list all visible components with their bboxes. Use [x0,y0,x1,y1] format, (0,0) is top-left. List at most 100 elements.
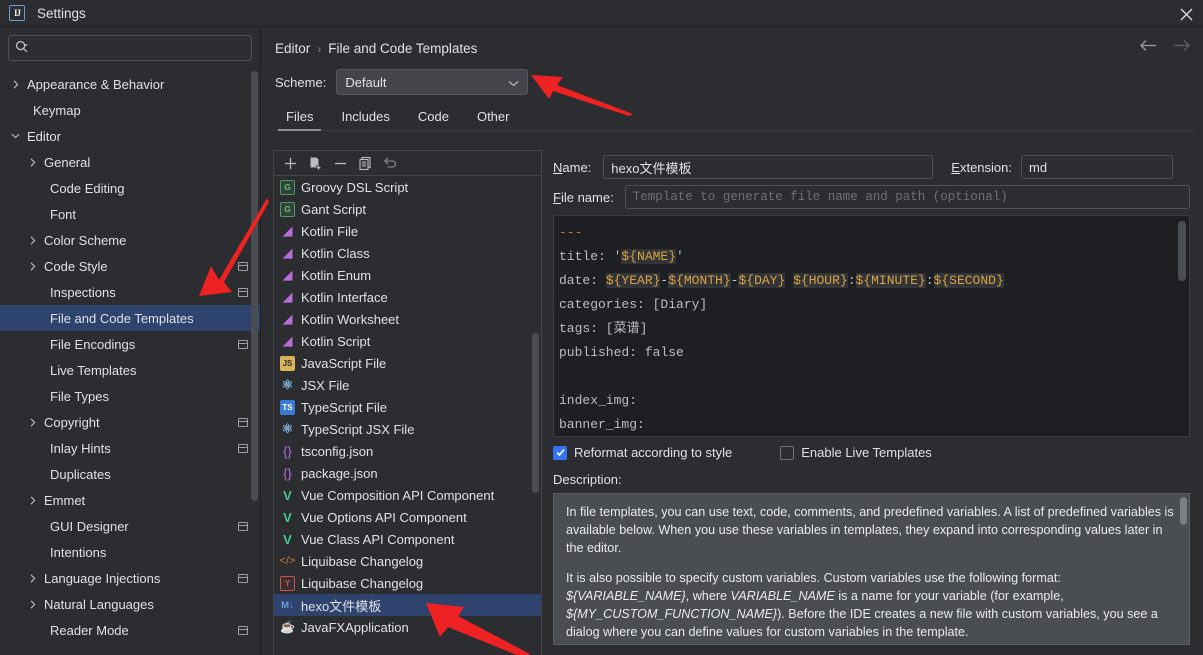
arrow-right-icon[interactable] [1173,39,1191,55]
sidebar-item-reader-mode[interactable]: Reader Mode [0,617,260,643]
reformat-checkbox[interactable]: Reformat according to style [553,445,732,460]
template-list-scrollbar[interactable] [532,333,539,493]
sidebar-item-general[interactable]: General [0,149,260,175]
sidebar-item-label: Duplicates [50,467,111,482]
search-input[interactable] [34,41,245,55]
sidebar-item-inlay-hints[interactable]: Inlay Hints [0,435,260,461]
chevron-right-icon[interactable] [27,261,38,272]
list-item[interactable]: </> Liquibase Changelog [274,550,541,572]
list-item[interactable]: ⚛JSX File [274,374,541,396]
tab-includes[interactable]: Includes [327,103,403,130]
sidebar-item-file-and-code-templates[interactable]: File and Code Templates [0,305,260,331]
sidebar-item-label: File Encodings [50,337,135,352]
sidebar-item-natural-languages[interactable]: Natural Languages [0,591,260,617]
chevron-right-icon[interactable] [27,417,38,428]
list-item[interactable]: VVue Options API Component [274,506,541,528]
json-icon: {} [280,466,295,481]
list-item[interactable]: GGroovy DSL Script [274,176,541,198]
markdown-icon: M↓ [280,598,295,613]
description-paragraph-2: It is also possible to specify custom va… [566,569,1177,641]
list-item[interactable]: ◢Kotlin Worksheet [274,308,541,330]
template-code-editor[interactable]: ---title: '${NAME}'date: ${YEAR}-${MONTH… [553,215,1190,437]
code-editor-scrollbar[interactable] [1178,221,1186,281]
vue-icon: V [280,510,295,525]
checkbox-box-checked [553,446,567,460]
sidebar-item-live-templates[interactable]: Live Templates [0,357,260,383]
list-item[interactable]: GGant Script [274,198,541,220]
breadcrumb-parent[interactable]: Editor [275,41,310,56]
reset-button[interactable] [379,153,401,174]
code-text: : [848,273,856,288]
sidebar-item-duplicates[interactable]: Duplicates [0,461,260,487]
json-icon: {} [280,444,295,459]
list-item[interactable]: ☕JavaFXApplication [274,616,541,638]
list-item[interactable]: ◢Kotlin Enum [274,264,541,286]
remove-button[interactable] [329,153,351,174]
search-box[interactable] [8,35,252,61]
name-input[interactable]: hexo文件模板 [603,155,933,179]
list-item[interactable]: JSJavaScript File [274,352,541,374]
description-scrollbar[interactable] [1180,497,1187,525]
tab-files[interactable]: Files [272,103,327,130]
sidebar-item-intentions[interactable]: Intentions [0,539,260,565]
sidebar-item-language-injections[interactable]: Language Injections [0,565,260,591]
sidebar-item-inspections[interactable]: Inspections [0,279,260,305]
list-item-label: Liquibase Changelog [301,554,423,569]
sidebar-item-emmet[interactable]: Emmet [0,487,260,513]
code-text: published: false [559,345,684,360]
sidebar-item-keymap[interactable]: Keymap [0,97,260,123]
sidebar-item-label: Reader Mode [50,623,129,638]
code-line: tags: [菜谱] [559,317,1189,341]
sidebar-item-file-types[interactable]: File Types [0,383,260,409]
chevron-right-icon[interactable] [27,599,38,610]
list-item[interactable]: ◢Kotlin Script [274,330,541,352]
list-item[interactable]: M↓hexo文件模板 [274,594,541,616]
sidebar-item-code-style[interactable]: Code Style [0,253,260,279]
list-item[interactable]: VVue Composition API Component [274,484,541,506]
xml-icon: </> [280,554,295,569]
list-item[interactable]: ◢Kotlin File [274,220,541,242]
sidebar-item-label: Intentions [50,545,106,560]
sidebar-item-code-editing[interactable]: Code Editing [0,175,260,201]
list-item[interactable]: ◢Kotlin Class [274,242,541,264]
scheme-row: Scheme: Default [275,69,528,95]
list-item[interactable]: VVue Class API Component [274,528,541,550]
list-item[interactable]: {}package.json [274,462,541,484]
sidebar-item-gui-designer[interactable]: GUI Designer [0,513,260,539]
chevron-right-icon[interactable] [10,79,21,90]
project-scope-icon [238,522,248,531]
project-scope-icon [238,574,248,583]
sidebar-item-file-encodings[interactable]: File Encodings [0,331,260,357]
list-item[interactable]: ⚛TypeScript JSX File [274,418,541,440]
filename-input[interactable]: Template to generate file name and path … [625,185,1190,209]
checkbox-box-unchecked [780,446,794,460]
close-icon[interactable] [1175,3,1197,25]
tab-code[interactable]: Code [404,103,463,130]
chevron-right-icon[interactable] [27,573,38,584]
sidebar-item-appearance-behavior[interactable]: Appearance & Behavior [0,71,260,97]
list-item[interactable]: TSTypeScript File [274,396,541,418]
copy-template-button[interactable] [304,153,326,174]
chevron-right-icon[interactable] [27,157,38,168]
arrow-left-icon[interactable] [1139,39,1157,55]
chevron-right-icon[interactable] [27,235,38,246]
add-button[interactable] [279,153,301,174]
filename-label: File name: [553,190,614,205]
list-item[interactable]: YLiquibase Changelog [274,572,541,594]
chevron-down-icon[interactable] [10,131,21,142]
list-item[interactable]: {}tsconfig.json [274,440,541,462]
extension-input[interactable]: md [1021,155,1173,179]
live-templates-checkbox[interactable]: Enable Live Templates [780,445,932,460]
sidebar-item-font[interactable]: Font [0,201,260,227]
scheme-select[interactable]: Default [336,69,528,95]
duplicate-button[interactable] [354,153,376,174]
chevron-right-icon[interactable] [27,495,38,506]
list-item[interactable]: ◢Kotlin Interface [274,286,541,308]
sidebar-item-color-scheme[interactable]: Color Scheme [0,227,260,253]
sidebar-item-editor[interactable]: Editor [0,123,260,149]
sidebar-item-label: Inspections [50,285,116,300]
sidebar-scrollbar[interactable] [251,71,258,501]
sidebar-item-copyright[interactable]: Copyright [0,409,260,435]
tab-other[interactable]: Other [463,103,524,130]
template-variable: ${YEAR} [606,273,661,288]
